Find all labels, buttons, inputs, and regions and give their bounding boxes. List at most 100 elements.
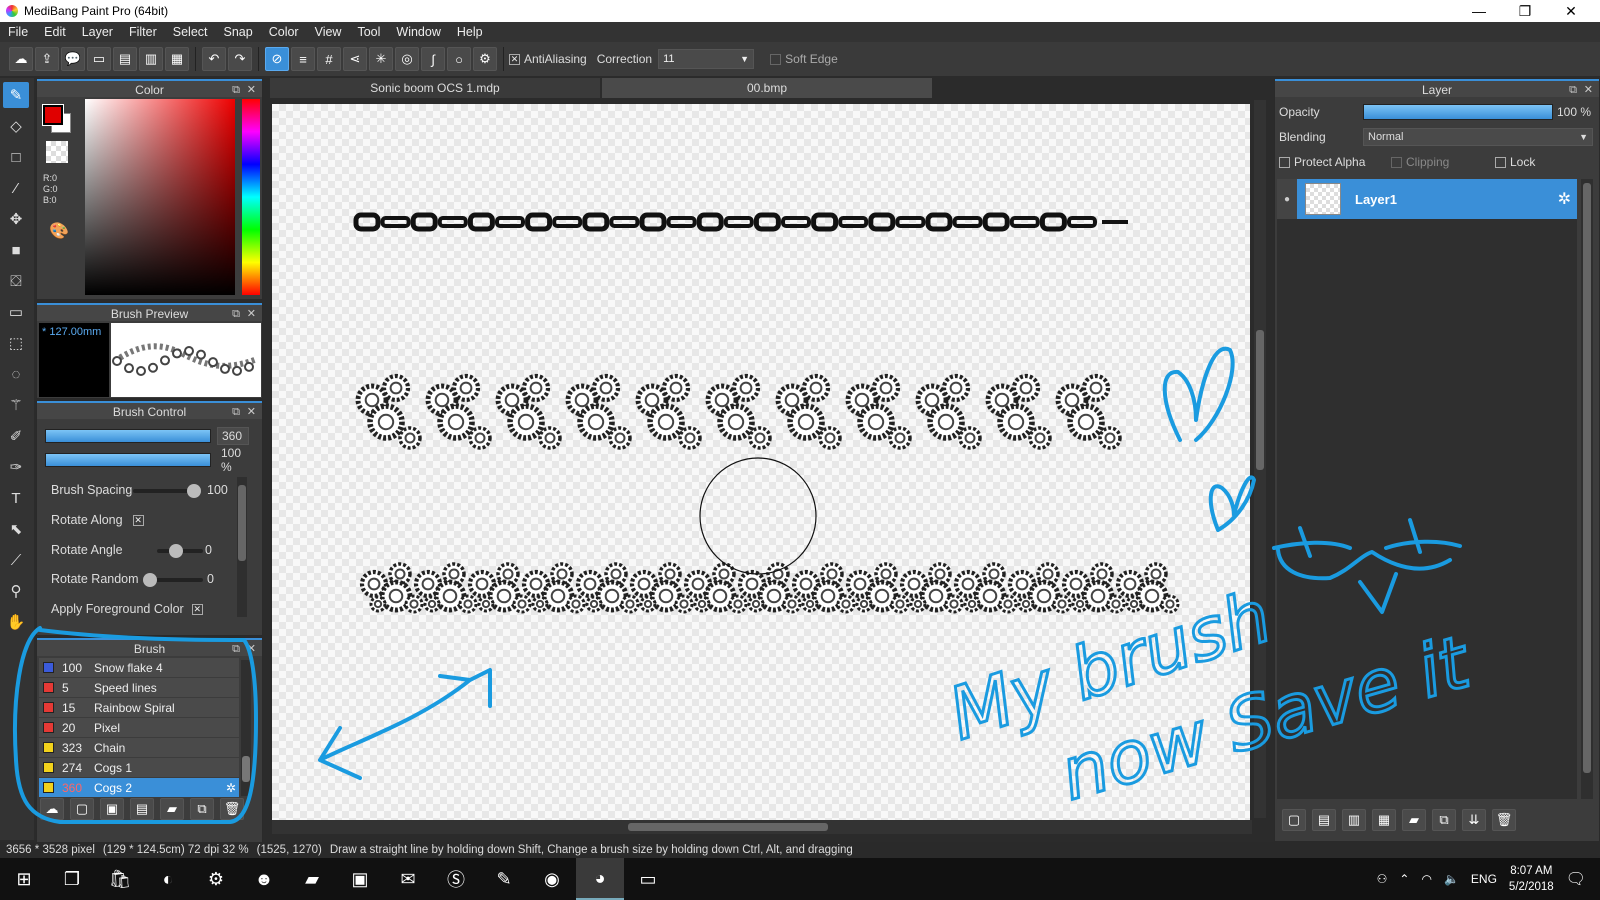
spacing-slider-knob[interactable] (187, 484, 201, 498)
snap-curve-icon[interactable]: ∫ (421, 47, 445, 71)
new-brush-icon[interactable]: ▢ (70, 798, 94, 820)
move-tool-icon[interactable]: ✥ (3, 206, 29, 232)
menu-view[interactable]: View (307, 25, 350, 39)
blur-tool-icon[interactable]: ⁄ (3, 175, 29, 201)
popout-icon[interactable]: ⧉ (232, 305, 240, 323)
wifi-icon[interactable]: ◠ (1421, 872, 1431, 886)
store-icon[interactable]: 🛍 (96, 858, 144, 900)
select-pen-tool-icon[interactable]: ✐ (3, 423, 29, 449)
visibility-icon[interactable]: ● (1277, 179, 1297, 219)
minimize-button[interactable]: — (1456, 0, 1502, 22)
soft-edge-checkbox[interactable] (770, 53, 782, 65)
divide-tool-icon[interactable]: ⟋ (3, 547, 29, 573)
app-icon-1[interactable]: ◐ (144, 858, 192, 900)
task-view-icon[interactable]: ❐ (48, 858, 96, 900)
cloud-icon[interactable]: ☁ (9, 47, 33, 71)
brush-size-value[interactable]: 360 (217, 427, 249, 445)
saturation-value-picker[interactable] (85, 99, 235, 295)
gear-icon[interactable]: ✲ (1558, 189, 1571, 209)
rotate-along-checkbox[interactable]: ✕ (132, 514, 144, 526)
snap-grid-icon[interactable]: # (317, 47, 341, 71)
tab-00-bmp[interactable]: 00.bmp (602, 78, 932, 98)
menu-tool[interactable]: Tool (349, 25, 388, 39)
magic-wand-tool-icon[interactable]: ⚚ (3, 392, 29, 418)
protect-alpha-checkbox[interactable] (1279, 156, 1290, 168)
snap-radial-icon[interactable]: ✳ (369, 47, 393, 71)
gear-icon[interactable]: ✲ (226, 781, 236, 795)
operation-tool-icon[interactable]: ⬉ (3, 516, 29, 542)
app-icon-4[interactable]: ▣ (336, 858, 384, 900)
popout-icon[interactable]: ⧉ (232, 640, 240, 658)
brush-item[interactable]: 323 Chain (39, 738, 239, 757)
canvas-vertical-scrollbar[interactable] (1254, 100, 1266, 818)
drawing-canvas[interactable] (272, 104, 1250, 820)
dot-tool-icon[interactable]: □ (3, 144, 29, 170)
spacing-slider[interactable] (133, 484, 201, 498)
layer-item-layer1[interactable]: ● Layer1 ✲ (1277, 179, 1577, 219)
close-icon[interactable]: ✕ (247, 403, 256, 421)
snap-concentric-icon[interactable]: ◎ (395, 47, 419, 71)
correction-select[interactable]: 11 ▼ (658, 49, 755, 69)
apply-fg-checkbox[interactable]: ✕ (191, 603, 203, 615)
menu-snap[interactable]: Snap (216, 25, 261, 39)
snap-settings-icon[interactable]: ⚙ (473, 47, 497, 71)
note-icon[interactable]: ▭ (87, 47, 111, 71)
snap-off-icon[interactable]: ⊘ (265, 47, 289, 71)
palette-icon[interactable]: 🎨 (49, 221, 69, 241)
close-icon[interactable]: ✕ (247, 305, 256, 323)
brush-item-selected[interactable]: 360 Cogs 2 ✲ (39, 778, 239, 797)
trash-icon[interactable]: 🗑 (1492, 809, 1516, 831)
select-rect-tool-icon[interactable]: ⬚ (3, 330, 29, 356)
trash-icon[interactable]: 🗑 (220, 798, 244, 820)
new-8bit-layer-icon[interactable]: ▥ (1342, 809, 1366, 831)
tab-sonic-boom[interactable]: Sonic boom OCS 1.mdp (270, 78, 600, 98)
brush-item[interactable]: 15 Rainbow Spiral (39, 698, 239, 717)
brush-settings-icon[interactable]: ▤ (130, 798, 154, 820)
rotate-random-slider[interactable] (143, 573, 203, 587)
select-eraser-tool-icon[interactable]: ✑ (3, 454, 29, 480)
pages-icon[interactable]: ▥ (139, 47, 163, 71)
undo-icon[interactable]: ↶ (202, 47, 226, 71)
merge-layer-icon[interactable]: ⇊ (1462, 809, 1486, 831)
new-layer-icon[interactable]: ▢ (1282, 809, 1306, 831)
folder-icon[interactable]: ▰ (1402, 809, 1426, 831)
scrollbar-thumb[interactable] (628, 823, 828, 831)
close-icon[interactable]: ✕ (1584, 81, 1593, 99)
layer-opacity-slider[interactable] (1363, 104, 1553, 120)
comment-icon[interactable]: 💬 (61, 47, 85, 71)
brush-item[interactable]: 5 Speed lines (39, 678, 239, 697)
brush-control-scrollbar[interactable] (237, 477, 247, 617)
menu-help[interactable]: Help (449, 25, 491, 39)
menu-color[interactable]: Color (261, 25, 307, 39)
close-icon[interactable]: ✕ (247, 81, 256, 99)
close-icon[interactable]: ✕ (247, 640, 256, 658)
rotate-random-knob[interactable] (143, 573, 157, 587)
canvas-horizontal-scrollbar[interactable] (272, 820, 1252, 834)
antialiasing-checkbox[interactable]: ✕ (509, 53, 520, 65)
chevron-up-icon[interactable]: ⌃ (1399, 872, 1409, 886)
people-icon[interactable]: ⚇ (1377, 872, 1388, 886)
menu-layer[interactable]: Layer (74, 25, 121, 39)
clipping-checkbox[interactable] (1391, 156, 1402, 168)
hue-slider[interactable] (242, 99, 260, 295)
eraser-tool-icon[interactable]: ◇ (3, 113, 29, 139)
menu-edit[interactable]: Edit (36, 25, 74, 39)
add-brush-icon[interactable]: ▣ (100, 798, 124, 820)
layer-list-scrollbar[interactable] (1581, 179, 1593, 799)
scrollbar-thumb[interactable] (238, 485, 246, 561)
paint-icon[interactable]: ✎ (480, 858, 528, 900)
popout-icon[interactable]: ⧉ (232, 403, 240, 421)
brush-opacity-slider[interactable] (45, 453, 211, 467)
blending-select[interactable]: Normal ▼ (1363, 128, 1593, 146)
menu-filter[interactable]: Filter (121, 25, 165, 39)
windows-start-icon[interactable]: ⊞ (0, 858, 48, 900)
menu-window[interactable]: Window (388, 25, 448, 39)
brush-item[interactable]: 274 Cogs 1 (39, 758, 239, 777)
popout-icon[interactable]: ⧉ (232, 81, 240, 99)
menu-select[interactable]: Select (165, 25, 216, 39)
duplicate-layer-icon[interactable]: ⧉ (1432, 809, 1456, 831)
bucket-tool-icon[interactable]: ⛋ (3, 268, 29, 294)
skype-icon[interactable]: Ⓢ (432, 858, 480, 900)
menu-file[interactable]: File (0, 25, 36, 39)
volume-icon[interactable]: 🔈 (1444, 872, 1459, 886)
